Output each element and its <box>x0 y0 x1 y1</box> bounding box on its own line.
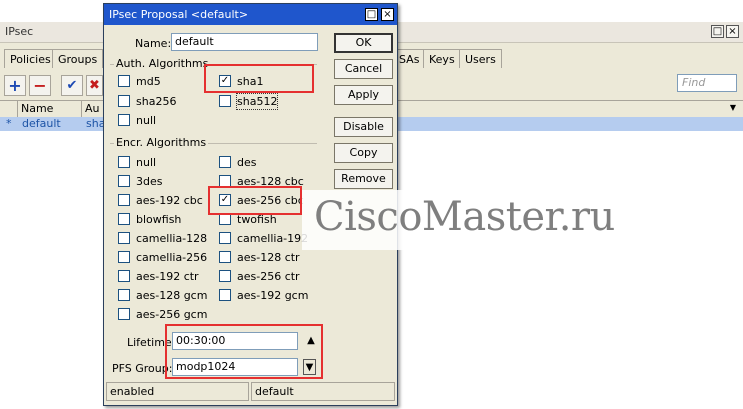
checkbox-box[interactable] <box>118 289 130 301</box>
checkbox-label: aes-256 ctr <box>237 270 300 283</box>
copy-button[interactable]: Copy <box>334 143 393 163</box>
find-input[interactable]: Find <box>677 74 737 92</box>
column-name[interactable]: Name <box>18 101 82 117</box>
remove-button[interactable]: Remove <box>334 169 393 189</box>
tab-keys[interactable]: Keys <box>423 49 461 68</box>
remove-icon[interactable]: − <box>29 75 51 96</box>
apply-button[interactable]: Apply <box>334 85 393 105</box>
checkbox-label: aes-192 cbc <box>136 194 203 207</box>
checkbox-label: null <box>136 156 157 169</box>
encr-group-label: Encr. Algorithms <box>114 136 209 149</box>
checkbox-box[interactable] <box>219 270 231 282</box>
highlight-aes-256-cbc <box>208 186 302 215</box>
checkbox-label: aes-128 gcm <box>136 289 208 302</box>
status-name: default <box>251 382 395 401</box>
maximize-icon[interactable]: □ <box>711 25 724 38</box>
checkbox-label: camellia-128 <box>136 232 208 245</box>
checkbox-label: null <box>136 114 157 127</box>
name-label: Name: <box>135 37 172 50</box>
checkbox-box[interactable] <box>118 251 130 263</box>
tab-groups[interactable]: Groups <box>52 49 104 68</box>
checkbox-label: camellia-192 <box>237 232 309 245</box>
ok-button[interactable]: OK <box>334 33 393 53</box>
maximize-icon[interactable]: □ <box>365 8 378 21</box>
checkbox-box[interactable] <box>118 232 130 244</box>
highlight-sha1 <box>204 64 314 93</box>
ipsec-window-title: IPsec <box>5 25 34 38</box>
checkbox-label: blowfish <box>136 213 182 226</box>
cancel-button[interactable]: Cancel <box>334 59 393 79</box>
dialog-status-bar: enabled default <box>104 382 397 404</box>
column-flags[interactable] <box>0 101 18 117</box>
pfs-group-label: PFS Group: <box>112 362 173 375</box>
checkbox-box[interactable] <box>219 289 231 301</box>
checkbox-label: md5 <box>136 75 161 88</box>
checkbox-box[interactable] <box>219 156 231 168</box>
checkbox-box[interactable] <box>118 95 130 107</box>
highlight-lifetime-pfs <box>165 324 323 379</box>
dialog-titlebar[interactable]: IPsec Proposal <default> □ × <box>104 4 397 25</box>
add-icon[interactable]: + <box>4 75 26 96</box>
checkbox-box[interactable] <box>118 308 130 320</box>
checkbox-label: aes-192 ctr <box>136 270 199 283</box>
checkbox-box[interactable] <box>118 213 130 225</box>
row-name: default <box>22 117 61 130</box>
checkbox-box[interactable] <box>219 251 231 263</box>
disable-button[interactable]: Disable <box>334 117 393 137</box>
checkbox-box[interactable] <box>219 95 231 107</box>
checkbox-label: des <box>237 156 257 169</box>
auth-group-label: Auth. Algorithms <box>114 57 211 70</box>
checkbox-box[interactable] <box>118 194 130 206</box>
checkbox-label: sha512 <box>235 93 279 110</box>
close-icon[interactable]: × <box>726 25 739 38</box>
checkbox-label: sha256 <box>136 95 177 108</box>
columns-dropdown-icon[interactable]: ▼ <box>727 102 739 114</box>
enable-icon[interactable]: ✔ <box>61 75 83 96</box>
checkbox-box[interactable] <box>118 75 130 87</box>
checkbox-label: camellia-256 <box>136 251 208 264</box>
checkbox-box[interactable] <box>118 114 130 126</box>
checkbox-box[interactable] <box>219 232 231 244</box>
name-field[interactable]: default <box>171 33 318 51</box>
status-enabled: enabled <box>106 382 249 401</box>
tab-policies[interactable]: Policies <box>4 49 57 68</box>
checkbox-box[interactable] <box>118 175 130 187</box>
checkbox-label: 3des <box>136 175 163 188</box>
checkbox-box[interactable] <box>118 270 130 282</box>
checkbox-box[interactable] <box>118 156 130 168</box>
close-icon[interactable]: × <box>381 8 394 21</box>
disable-icon[interactable]: ✖ <box>86 75 103 96</box>
checkbox-label: aes-256 gcm <box>136 308 208 321</box>
dialog-title: IPsec Proposal <default> <box>109 8 249 21</box>
row-marker: * <box>6 117 12 130</box>
tab-users[interactable]: Users <box>459 49 502 68</box>
watermark-text: CiscoMaster.ru <box>314 194 615 240</box>
checkbox-label: aes-128 ctr <box>237 251 300 264</box>
checkbox-label: aes-192 gcm <box>237 289 309 302</box>
